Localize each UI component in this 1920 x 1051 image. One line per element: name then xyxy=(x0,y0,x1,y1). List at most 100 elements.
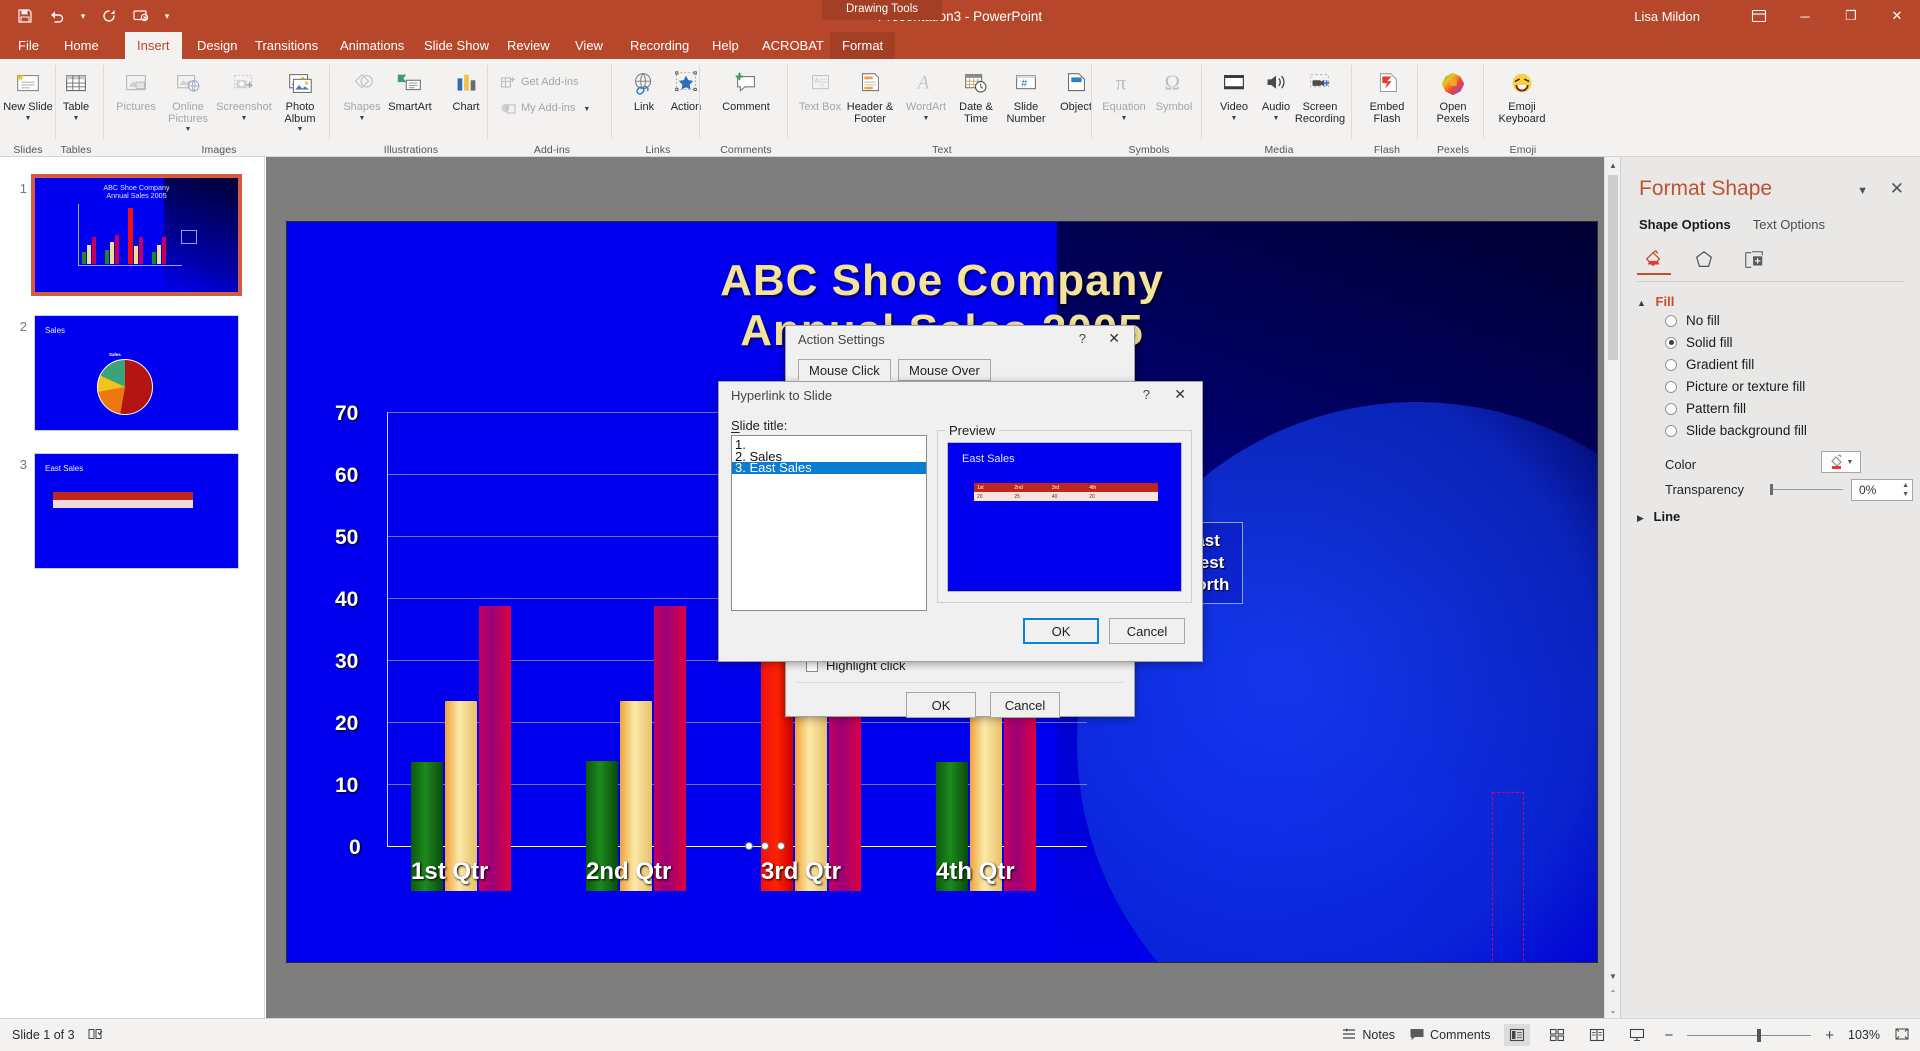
help-icon[interactable]: ? xyxy=(1143,387,1150,402)
radio-slide-background-fill[interactable] xyxy=(1665,424,1677,437)
action-settings-cancel-button[interactable]: Cancel xyxy=(990,692,1060,718)
zoom-level[interactable]: 103% xyxy=(1848,1028,1880,1042)
next-slide-icon[interactable]: ⌄ xyxy=(1605,1002,1621,1018)
restore-button[interactable]: ❐ xyxy=(1828,0,1874,32)
notes-button[interactable]: Notes xyxy=(1341,1026,1395,1045)
slide-indicator[interactable]: Slide 1 of 3 xyxy=(12,1028,75,1042)
shape-handle[interactable] xyxy=(761,842,769,850)
tab-acrobat[interactable]: ACROBAT xyxy=(750,32,836,59)
my-addins-button[interactable]: My Add-ins ▼ xyxy=(500,101,590,117)
tab-home[interactable]: Home xyxy=(52,32,111,59)
hyperlink-ok-button[interactable]: OK xyxy=(1023,618,1099,644)
thumbnail-slide-2[interactable]: 2 Sales Sales xyxy=(8,315,239,431)
online-pictures-button[interactable]: Online Pictures ▼ xyxy=(160,63,216,133)
hyperlink-cancel-button[interactable]: Cancel xyxy=(1109,618,1185,644)
comments-button[interactable]: Comments xyxy=(1409,1026,1490,1045)
smartart-button[interactable]: SmartArt xyxy=(382,63,438,114)
slide-thumbnail-pane[interactable]: 1 ABC Shoe Company Annual Sales 2005 2 S… xyxy=(0,157,265,1018)
zoom-out-button[interactable]: − xyxy=(1664,1027,1673,1044)
tab-format[interactable]: Format xyxy=(830,32,896,59)
emoji-keyboard-button[interactable]: Emoji Keyboard xyxy=(1494,63,1550,125)
pane-close-icon[interactable]: ✕ xyxy=(1890,179,1904,199)
option-pattern-fill[interactable]: Pattern fill xyxy=(1665,401,1746,416)
action-settings-ok-button[interactable]: OK xyxy=(906,692,976,718)
option-slide-background-fill[interactable]: Slide background fill xyxy=(1665,423,1807,438)
chevron-down-icon[interactable]: ▼ xyxy=(923,115,930,122)
expand-triangle-icon[interactable]: ▲ xyxy=(1637,298,1646,308)
thumbnail-slide-3[interactable]: 3 East Sales xyxy=(8,453,239,569)
screen-recording-button[interactable]: Screen Recording xyxy=(1292,63,1348,125)
shape-handle[interactable] xyxy=(777,842,785,850)
option-gradient-fill[interactable]: Gradient fill xyxy=(1665,357,1754,372)
fill-section-header[interactable]: ▲ Fill xyxy=(1637,294,1674,309)
zoom-in-button[interactable]: + xyxy=(1825,1027,1834,1044)
hyperlink-to-slide-dialog[interactable]: Hyperlink to Slide ? ✕ Slide title: 1. 2… xyxy=(718,381,1203,662)
scrollbar-thumb[interactable] xyxy=(1608,175,1618,360)
tab-transitions[interactable]: Transitions xyxy=(243,32,330,59)
radio-picture-texture-fill[interactable] xyxy=(1665,380,1677,393)
transparency-slider-knob[interactable] xyxy=(1770,484,1773,495)
tab-shape-options[interactable]: Shape Options xyxy=(1639,217,1731,232)
symbol-button[interactable]: Ω Symbol xyxy=(1146,63,1202,114)
spinner-arrows-icon[interactable]: ▲ ▼ xyxy=(1902,481,1909,499)
radio-gradient-fill[interactable] xyxy=(1665,358,1677,371)
chevron-down-icon[interactable]: ▼ xyxy=(241,115,248,122)
tab-mouse-over[interactable]: Mouse Over xyxy=(898,359,991,381)
tab-review[interactable]: Review xyxy=(495,32,562,59)
tab-file[interactable]: File xyxy=(6,32,51,59)
get-addins-button[interactable]: Get Add-ins xyxy=(500,75,578,91)
canvas-vertical-scrollbar[interactable]: ▲ ▼ ⌃ ⌄ xyxy=(1604,157,1620,1018)
accessibility-checker-icon[interactable] xyxy=(87,1026,103,1045)
effects-pentagon-icon[interactable] xyxy=(1687,245,1721,275)
text-box-button[interactable]: A Text Box xyxy=(792,63,848,114)
tab-design[interactable]: Design xyxy=(185,32,249,59)
pictures-button[interactable]: Pictures xyxy=(108,63,164,114)
tab-slide-show[interactable]: Slide Show xyxy=(412,32,501,59)
chevron-down-icon[interactable]: ▼ xyxy=(359,115,366,122)
zoom-slider-knob[interactable] xyxy=(1757,1028,1762,1042)
account-name[interactable]: Lisa Mildon xyxy=(1634,0,1700,32)
close-icon[interactable]: ✕ xyxy=(1174,386,1186,403)
table-button[interactable]: Table ▼ xyxy=(48,63,104,122)
tab-help[interactable]: Help xyxy=(700,32,751,59)
close-button[interactable]: ✕ xyxy=(1874,0,1920,32)
thumbnail-canvas[interactable]: ABC Shoe Company Annual Sales 2005 xyxy=(31,174,242,296)
comment-button[interactable]: Comment xyxy=(718,63,774,114)
help-icon[interactable]: ? xyxy=(1079,331,1086,346)
tab-mouse-click[interactable]: Mouse Click xyxy=(798,359,891,381)
pane-options-dropdown-icon[interactable]: ▼ xyxy=(1857,185,1868,197)
chevron-down-icon[interactable]: ▼ xyxy=(25,115,32,122)
transparency-slider-track[interactable] xyxy=(1771,489,1843,490)
option-solid-fill[interactable]: Solid fill xyxy=(1665,335,1733,350)
chevron-down-icon[interactable]: ▼ xyxy=(583,106,590,113)
shape-handle[interactable] xyxy=(745,842,753,850)
normal-view-button[interactable] xyxy=(1504,1024,1531,1046)
list-item-slide-3[interactable]: 3. East Sales xyxy=(732,461,926,474)
thumbnail-canvas[interactable]: East Sales xyxy=(34,453,239,569)
ribbon-display-options-button[interactable] xyxy=(1736,0,1782,32)
radio-no-fill[interactable] xyxy=(1665,314,1677,327)
screenshot-button[interactable]: Screenshot ▼ xyxy=(216,63,272,122)
chevron-down-icon[interactable]: ▼ xyxy=(297,126,304,133)
radio-solid-fill[interactable] xyxy=(1665,336,1677,349)
close-icon[interactable]: ✕ xyxy=(1108,330,1120,347)
minimize-button[interactable]: ─ xyxy=(1782,0,1828,32)
chevron-down-icon[interactable]: ▼ xyxy=(185,126,192,133)
chevron-down-icon[interactable]: ▼ xyxy=(1273,115,1280,122)
previous-slide-icon[interactable]: ⌃ xyxy=(1605,985,1621,1001)
wordart-button[interactable]: A WordArt ▼ xyxy=(898,63,954,122)
date-time-button[interactable]: Date & Time xyxy=(948,63,1004,125)
slide-title-listbox[interactable]: 1. 2. Sales 3. East Sales xyxy=(731,435,927,611)
tab-insert[interactable]: Insert xyxy=(125,32,182,59)
chevron-down-icon[interactable]: ▼ xyxy=(1847,459,1854,466)
line-section-header[interactable]: ▶ Line xyxy=(1637,509,1680,524)
scroll-up-icon[interactable]: ▲ xyxy=(1605,157,1621,173)
chevron-down-icon[interactable]: ▼ xyxy=(1121,115,1128,122)
tab-recording[interactable]: Recording xyxy=(618,32,701,59)
chart-button[interactable]: Chart xyxy=(438,63,494,114)
fit-to-window-icon[interactable] xyxy=(1894,1026,1910,1045)
tab-text-options[interactable]: Text Options xyxy=(1753,217,1825,232)
zoom-slider[interactable] xyxy=(1687,1028,1812,1042)
slide-sorter-view-button[interactable] xyxy=(1544,1024,1570,1046)
scroll-down-icon[interactable]: ▼ xyxy=(1605,968,1621,984)
